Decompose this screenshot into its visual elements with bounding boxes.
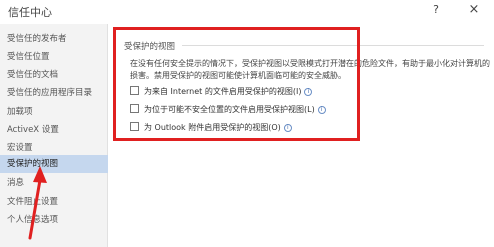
sidebar: 受信任的发布者 受信任位置 受信任的文档 受信任的应用程序目录 加载项 Acti… — [0, 24, 108, 247]
sidebar-item-message-bar[interactable]: 消息 — [0, 174, 108, 192]
annotation-highlight-box — [113, 27, 360, 141]
sidebar-item-protected-view[interactable]: 受保护的视图 — [0, 155, 108, 173]
sidebar-item-privacy-options[interactable]: 个人信息选项 — [0, 211, 108, 229]
close-button[interactable]: × — [466, 2, 482, 18]
sidebar-item-activex[interactable]: ActiveX 设置 — [0, 121, 108, 139]
sidebar-item-addins[interactable]: 加载项 — [0, 103, 108, 121]
window-title: 信任中心 — [8, 6, 52, 19]
sidebar-item-trusted-app-catalogs[interactable]: 受信任的应用程序目录 — [0, 84, 108, 102]
sidebar-item-trusted-locations[interactable]: 受信任位置 — [0, 48, 108, 66]
help-button[interactable]: ? — [428, 2, 444, 18]
title-bar: 信任中心 ? × — [0, 0, 494, 22]
sidebar-item-trusted-documents[interactable]: 受信任的文档 — [0, 66, 108, 84]
sidebar-item-trusted-publishers[interactable]: 受信任的发布者 — [0, 30, 108, 48]
sidebar-item-file-block[interactable]: 文件阻止设置 — [0, 193, 108, 211]
